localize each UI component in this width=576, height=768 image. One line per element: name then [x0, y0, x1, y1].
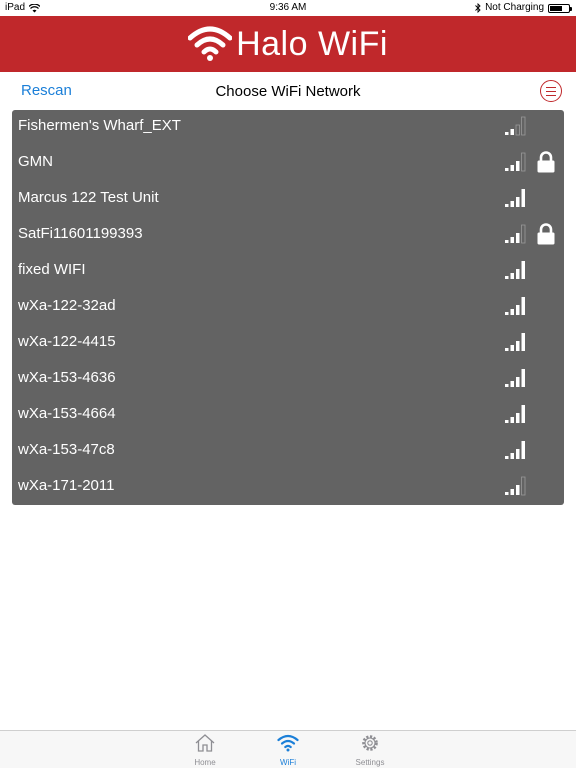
- network-row[interactable]: wXa-153-4636: [12, 362, 564, 398]
- network-name: wXa-122-32ad: [18, 297, 116, 314]
- signal-strength-icon: [505, 261, 525, 279]
- network-row[interactable]: wXa-122-32ad: [12, 290, 564, 326]
- network-row[interactable]: Fishermen's Wharf_EXT: [12, 110, 564, 146]
- app-header: Halo WiFi: [0, 16, 576, 72]
- network-row[interactable]: wXa-153-47c8: [12, 434, 564, 470]
- signal-strength-icon: [505, 116, 526, 136]
- wifi-icon: [277, 734, 299, 752]
- signal-strength-icon: [505, 405, 525, 423]
- menu-icon[interactable]: [540, 80, 562, 102]
- network-row[interactable]: GMN: [12, 146, 564, 182]
- signal-strength-icon: [505, 369, 525, 387]
- network-row[interactable]: wXa-171-2011: [12, 470, 564, 505]
- network-row[interactable]: Marcus 122 Test Unit: [12, 182, 564, 218]
- signal-strength-icon: [505, 189, 525, 207]
- lock-icon: [537, 151, 555, 173]
- signal-strength-icon: [505, 152, 526, 172]
- tab-settings[interactable]: Settings: [340, 733, 400, 767]
- home-icon: [195, 734, 215, 752]
- tab-bar: Home WiFi Settings: [0, 730, 576, 768]
- tab-label-home: Home: [194, 758, 216, 767]
- network-name: wXa-153-4664: [18, 405, 116, 422]
- wifi-logo-icon: [188, 26, 233, 62]
- signal-strength-icon: [505, 297, 525, 315]
- network-row[interactable]: fixed WIFI: [12, 254, 564, 290]
- network-row[interactable]: wXa-153-4664: [12, 398, 564, 434]
- signal-strength-icon: [505, 224, 526, 244]
- app-title: Halo WiFi: [236, 24, 388, 63]
- bluetooth-icon: [475, 3, 481, 13]
- gear-icon: [362, 735, 378, 751]
- tab-label-settings: Settings: [355, 758, 385, 767]
- signal-strength-icon: [505, 333, 525, 351]
- network-name: wXa-171-2011: [18, 477, 115, 494]
- lock-icon: [537, 223, 555, 245]
- network-name: fixed WIFI: [18, 261, 86, 278]
- tab-wifi[interactable]: WiFi: [258, 733, 318, 767]
- battery-icon: [548, 3, 572, 13]
- network-row[interactable]: wXa-122-4415: [12, 326, 564, 362]
- nav-bar: Rescan Choose WiFi Network: [0, 72, 576, 110]
- network-name: SatFi11601199393: [18, 225, 143, 242]
- network-row[interactable]: SatFi11601199393: [12, 218, 564, 254]
- status-bar: iPad 9:36 AM Not Charging: [0, 0, 576, 16]
- status-right: Not Charging: [475, 0, 572, 16]
- network-list: Fishermen's Wharf_EXT GMN Marcus 122 Test …: [12, 110, 564, 505]
- network-name: Fishermen's Wharf_EXT: [18, 117, 181, 134]
- network-name: wXa-153-47c8: [18, 441, 115, 458]
- signal-strength-icon: [505, 476, 526, 496]
- tab-label-wifi: WiFi: [280, 758, 296, 767]
- tab-home[interactable]: Home: [175, 733, 235, 767]
- network-name: wXa-122-4415: [18, 333, 116, 350]
- page-title: Choose WiFi Network: [215, 83, 361, 100]
- signal-strength-icon: [505, 441, 525, 459]
- charging-status: Not Charging: [485, 2, 544, 13]
- network-name: Marcus 122 Test Unit: [18, 189, 159, 206]
- network-name: GMN: [18, 153, 53, 170]
- network-name: wXa-153-4636: [18, 369, 116, 386]
